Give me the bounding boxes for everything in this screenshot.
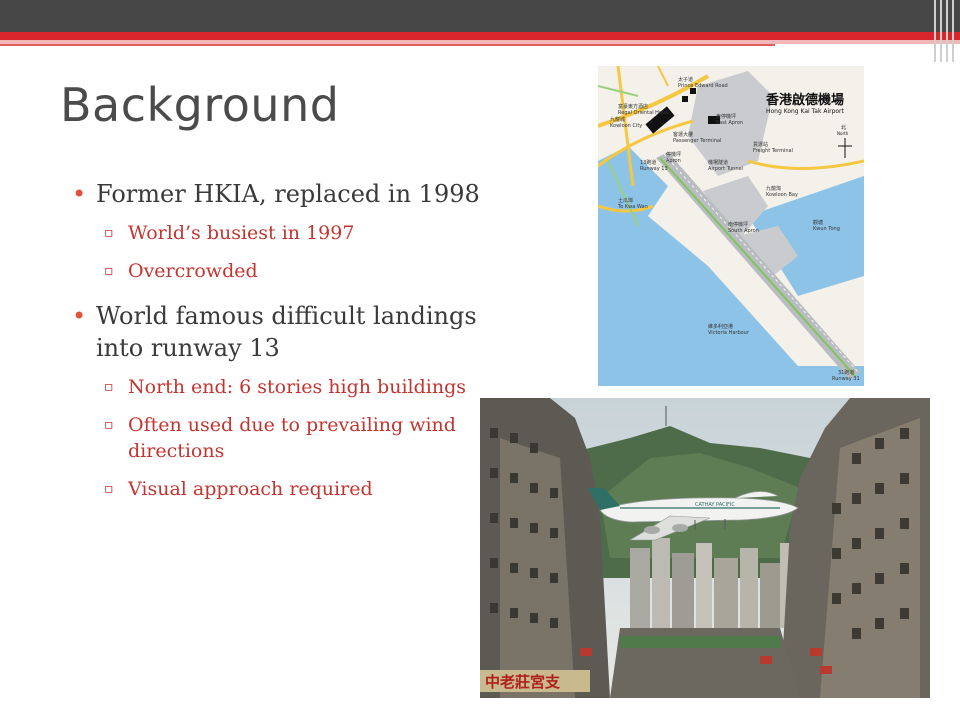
corner-lines (930, 0, 960, 62)
airline-livery-text: CATHAY PACIFIC (695, 502, 735, 508)
sub-bullet-icon: ▫ (104, 481, 114, 497)
map-label: 維多利亞港 (708, 323, 733, 330)
slide: Background • Former HKIA, replaced in 19… (0, 0, 960, 720)
bullet-text: World famous difficult landings into run… (96, 302, 477, 362)
map-label: Kowloon Bay (766, 192, 798, 198)
map-label: 九龍城 (610, 116, 625, 123)
bullet-item: • World famous difficult landings into r… (70, 300, 480, 364)
sub-bullet-text: North end: 6 stories high buildings (128, 376, 466, 398)
sub-bullet-icon: ▫ (104, 225, 114, 241)
map-label: 13跑道 (640, 159, 656, 166)
map-label: 太子道 (678, 76, 693, 83)
map-label: 觀塘 (813, 219, 823, 226)
map-label: 富豪東方酒店 (618, 103, 648, 110)
map-label: 31跑道 (838, 369, 854, 376)
bullet-item: • Former HKIA, replaced in 1998 (70, 178, 480, 210)
sub-bullet-item: ▫ Visual approach required (70, 476, 480, 502)
map-label: 南停機坪 (728, 221, 748, 228)
shop-sign-text: 中老莊宮支 (485, 673, 561, 691)
map-label: Passenger Terminal (673, 138, 721, 144)
sub-bullet-icon: ▫ (104, 417, 114, 433)
map-label: 機場隧道 (708, 159, 728, 166)
sub-bullet-item: ▫ Overcrowded (70, 258, 480, 284)
north-label: 北 (841, 124, 846, 131)
map-title: 香港啟德機場 (765, 92, 844, 108)
header-accent-bar (0, 32, 960, 40)
sub-bullet-icon: ▫ (104, 379, 114, 395)
map-label: Prince Edward Road (678, 83, 728, 89)
map-label: Kwun Tong (813, 226, 840, 232)
map-label: To Kwa Wan (617, 204, 648, 210)
sub-bullet-item: ▫ North end: 6 stories high buildings (70, 374, 480, 400)
map-label: Freight Terminal (753, 148, 793, 154)
map-label: Apron (666, 158, 681, 164)
map-label: 客運大樓 (673, 131, 693, 138)
map-label: Runway 31 (832, 376, 860, 382)
map-label: 九龍灣 (766, 185, 781, 192)
slide-title: Background (60, 78, 340, 132)
bullet-dot-icon: • (72, 180, 87, 208)
map-label: South Apron (728, 228, 759, 234)
map-label: 東停機坪 (716, 113, 736, 120)
header-tick-line (570, 44, 775, 66)
aircraft-landing-photo: 中老莊宮支 CATHAY PACIFIC (480, 398, 930, 698)
bullet-dot-icon: • (72, 302, 87, 330)
airport-map-image: 太子道 Prince Edward Road 富豪東方酒店 Regal Orie… (598, 66, 864, 386)
sub-bullet-text: World’s busiest in 1997 (128, 222, 355, 244)
north-label-en: North (837, 131, 849, 136)
map-label: 貨運站 (753, 141, 768, 148)
map-label: 停機坪 (666, 151, 681, 158)
map-label: Kowloon City (610, 123, 642, 129)
sub-bullet-icon: ▫ (104, 263, 114, 279)
bullet-list: • Former HKIA, replaced in 1998 ▫ World’… (70, 178, 480, 514)
sub-bullet-text: Visual approach required (128, 478, 373, 500)
map-label: Runway 13 (640, 166, 668, 172)
map-subtitle: Hong Kong Kai Tak Airport (766, 108, 845, 115)
map-label: Regal Oriental Hotel (618, 110, 668, 116)
bullet-text: Former HKIA, replaced in 1998 (96, 180, 480, 208)
sub-bullet-text: Often used due to prevailing wind direct… (128, 414, 456, 462)
map-label: Airport Tunnel (708, 166, 743, 172)
sub-bullet-item: ▫ Often used due to prevailing wind dire… (70, 412, 480, 464)
header-thin-line (0, 44, 570, 46)
sub-bullet-item: ▫ World’s busiest in 1997 (70, 220, 480, 246)
sub-bullet-text: Overcrowded (128, 260, 258, 282)
header-bar (0, 0, 960, 32)
map-label: East Apron (716, 120, 743, 126)
map-label: 土瓜灣 (618, 197, 633, 204)
map-label: Victoria Harbour (708, 330, 750, 336)
